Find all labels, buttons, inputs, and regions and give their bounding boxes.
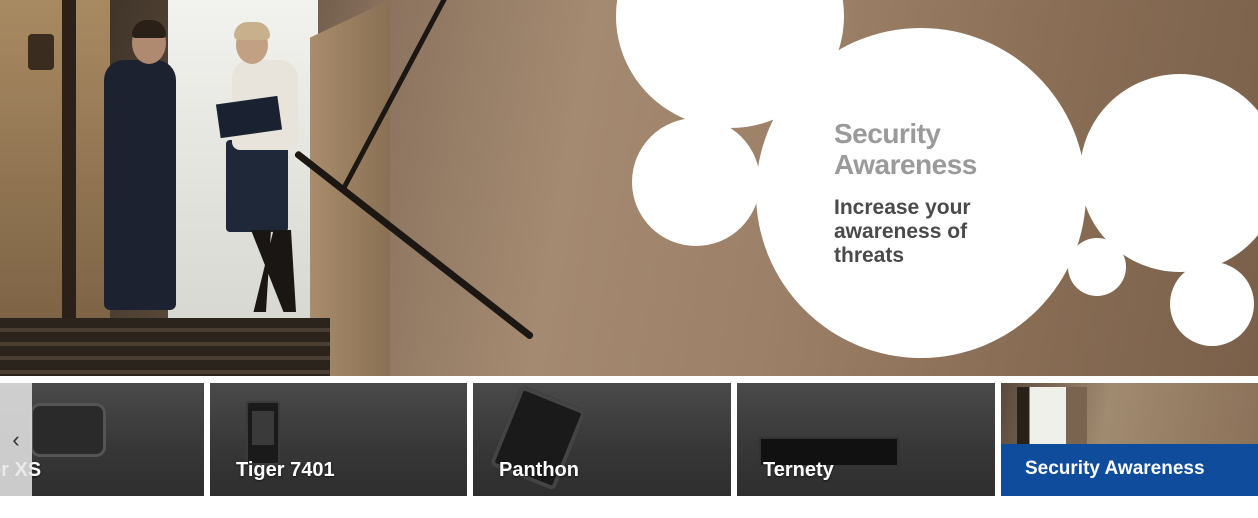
- carousel-item-label: Ternety: [763, 459, 834, 481]
- person-woman-skirt: [226, 140, 288, 232]
- person-man: [104, 60, 176, 310]
- hero-title: Security Awareness: [834, 118, 1054, 180]
- person-woman-hair: [234, 22, 270, 40]
- carousel-item-ternety[interactable]: Ternety: [737, 383, 995, 496]
- carousel-item-er-xs[interactable]: er XS ‹: [0, 383, 204, 496]
- bubble-decoration: [1068, 238, 1126, 296]
- bubble-decoration: [632, 118, 760, 246]
- photo-thumbnail-image: [1017, 387, 1087, 445]
- hero-door-frame: [62, 0, 76, 320]
- hero-text: Security Awareness Increase your awarene…: [834, 118, 1054, 268]
- hero-title-line: Security: [834, 118, 941, 149]
- carousel-item-security-awareness[interactable]: Security Awareness: [1001, 383, 1258, 496]
- hero-subtitle-line: awareness of: [834, 220, 968, 243]
- scanner-device-image: [30, 403, 106, 457]
- hero-title-line: Awareness: [834, 149, 977, 180]
- hero-wall: [0, 0, 110, 320]
- phone-device-image: [246, 401, 280, 465]
- hero-stairs: [0, 318, 330, 376]
- carousel-thumbnails: er XS ‹ Tiger 7401 Panthon Ternety Secur…: [0, 383, 1258, 497]
- hero-subtitle: Increase your awareness of threats: [834, 196, 1054, 268]
- hero-banner[interactable]: Security Awareness Increase your awarene…: [0, 0, 1258, 376]
- carousel-item-label: Security Awareness: [1025, 458, 1205, 479]
- chevron-left-icon: ‹: [12, 426, 20, 452]
- carousel-prev-button[interactable]: ‹: [0, 383, 32, 496]
- carousel-item-panthon[interactable]: Panthon: [473, 383, 731, 496]
- carousel-item-label: Panthon: [499, 459, 579, 481]
- carousel-item-label: Tiger 7401: [236, 459, 335, 481]
- bubble-decoration: [1170, 262, 1254, 346]
- person-man-hair: [132, 20, 166, 38]
- carousel-item-tiger-7401[interactable]: Tiger 7401: [210, 383, 467, 496]
- wall-lamp: [28, 34, 54, 70]
- hero-subtitle-line: Increase your: [834, 196, 971, 219]
- hero-subtitle-line: threats: [834, 244, 905, 267]
